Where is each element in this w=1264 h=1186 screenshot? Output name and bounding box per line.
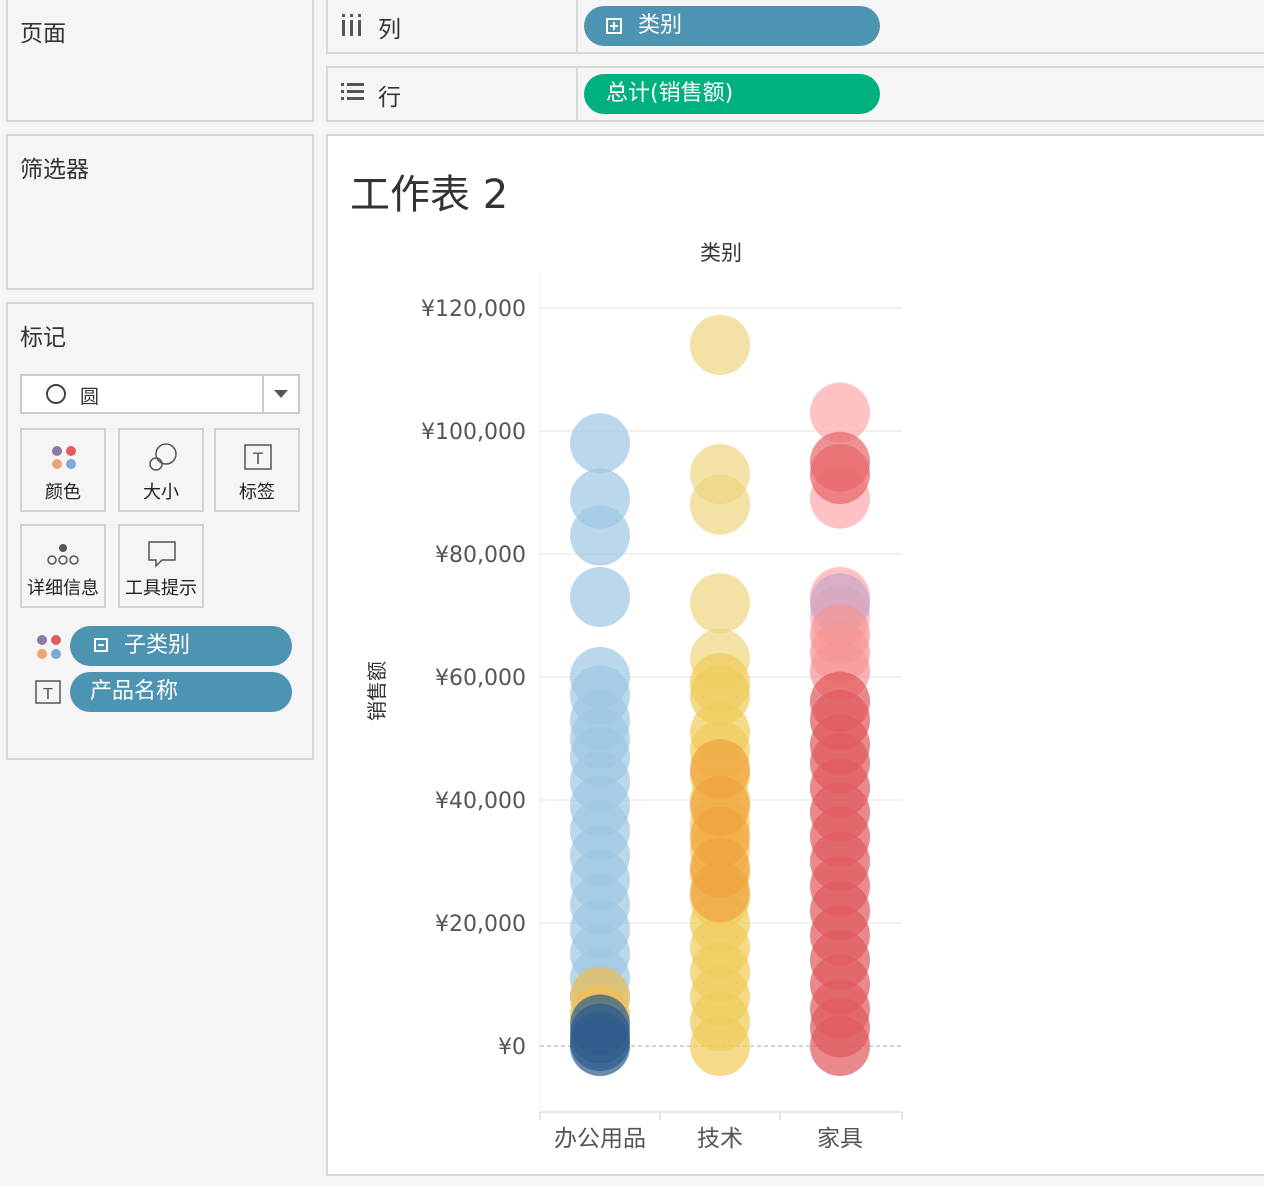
subcategory-pill[interactable]: 子类别 bbox=[70, 626, 292, 666]
y-tick-label: ¥120,000 bbox=[421, 297, 526, 322]
data-point bbox=[690, 314, 750, 375]
subcategory-pill-label: 子类别 bbox=[124, 633, 191, 658]
color-button[interactable]: 颜色 bbox=[20, 428, 106, 512]
rows-shelf-header: 行 bbox=[328, 68, 578, 120]
data-point bbox=[570, 567, 630, 628]
product-name-pill[interactable]: 产品名称 bbox=[70, 672, 292, 712]
columns-icon bbox=[342, 14, 361, 36]
color-icon bbox=[22, 442, 104, 474]
x-category-label: 办公用品 bbox=[554, 1126, 646, 1152]
rows-shelf-label: 行 bbox=[378, 85, 401, 111]
tooltip-button[interactable]: 工具提示 bbox=[118, 524, 204, 608]
mark-type-value: 圆 bbox=[80, 386, 100, 408]
dropdown-separator bbox=[262, 376, 264, 412]
size-icon bbox=[120, 442, 202, 474]
column-header-label: 类别 bbox=[700, 241, 742, 265]
y-tick-label: ¥100,000 bbox=[421, 420, 526, 445]
sum-sales-pill[interactable]: 总计(销售额) bbox=[584, 74, 880, 114]
data-point bbox=[690, 474, 750, 535]
filters-card[interactable]: 筛选器 bbox=[6, 134, 314, 290]
svg-text:T: T bbox=[252, 449, 263, 468]
text-label-icon: T bbox=[216, 442, 298, 474]
scatter-chart[interactable]: 类别 ¥0 ¥20,000 ¥40,000 ¥60,000 ¥80,000 ¥100,000… bbox=[328, 136, 1264, 1166]
circle-icon bbox=[46, 384, 66, 404]
label-button[interactable]: T 标签 bbox=[214, 428, 300, 512]
columns-shelf[interactable]: 列 类别 bbox=[326, 0, 1264, 54]
y-tick-label: ¥60,000 bbox=[435, 666, 526, 691]
y-tick-label: ¥20,000 bbox=[435, 912, 526, 937]
sum-sales-pill-label: 总计(销售额) bbox=[606, 81, 734, 106]
color-button-label: 颜色 bbox=[45, 482, 81, 503]
color-legend-icon bbox=[37, 635, 61, 659]
pages-card[interactable]: 页面 bbox=[6, 0, 314, 122]
detail-button[interactable]: 详细信息 bbox=[20, 524, 106, 608]
x-category-label: 技术 bbox=[697, 1126, 743, 1152]
data-point bbox=[810, 444, 870, 505]
category-pill-label: 类别 bbox=[638, 13, 683, 38]
y-tick-label: ¥80,000 bbox=[435, 543, 526, 568]
rows-icon bbox=[341, 83, 364, 100]
data-point bbox=[570, 505, 630, 566]
filters-title: 筛选器 bbox=[20, 157, 89, 183]
collapse-icon[interactable] bbox=[94, 638, 108, 652]
chevron-down-icon[interactable] bbox=[274, 390, 288, 398]
marks-title: 标记 bbox=[20, 325, 66, 351]
marks-card: 标记 圆 颜色 大小 T 标签 详细信息 工具提示 子类别 T 产品名称 bbox=[6, 302, 314, 760]
y-tick-label: ¥0 bbox=[498, 1035, 526, 1060]
expand-icon[interactable] bbox=[606, 18, 622, 34]
data-point bbox=[570, 1016, 630, 1076]
columns-shelf-header: 列 bbox=[328, 0, 578, 52]
data-point bbox=[690, 1016, 750, 1076]
y-axis-title: 销售额 bbox=[365, 661, 389, 721]
y-tick-label: ¥40,000 bbox=[435, 789, 526, 814]
detail-button-label: 详细信息 bbox=[27, 578, 99, 599]
category-pill[interactable]: 类别 bbox=[584, 6, 880, 46]
pages-title: 页面 bbox=[20, 21, 66, 47]
data-point bbox=[690, 862, 750, 923]
svg-text:T: T bbox=[42, 685, 53, 703]
x-category-label: 家具 bbox=[817, 1126, 863, 1152]
size-button[interactable]: 大小 bbox=[118, 428, 204, 512]
size-button-label: 大小 bbox=[143, 482, 179, 503]
text-label-icon: T bbox=[35, 680, 61, 704]
data-point bbox=[690, 573, 750, 634]
columns-shelf-label: 列 bbox=[378, 17, 401, 43]
mark-type-dropdown[interactable]: 圆 bbox=[20, 374, 300, 414]
tooltip-icon bbox=[120, 538, 202, 570]
data-point bbox=[570, 413, 630, 474]
label-button-label: 标签 bbox=[239, 482, 275, 503]
product-name-pill-label: 产品名称 bbox=[90, 679, 179, 704]
rows-shelf[interactable]: 行 总计(销售额) bbox=[326, 66, 1264, 122]
tooltip-button-label: 工具提示 bbox=[125, 578, 197, 599]
data-point bbox=[810, 1016, 870, 1076]
detail-icon bbox=[22, 538, 104, 570]
worksheet[interactable]: 工作表 2 类别 ¥0 ¥20,000 ¥40,000 ¥60,000 ¥80,000 ¥1… bbox=[326, 134, 1264, 1176]
